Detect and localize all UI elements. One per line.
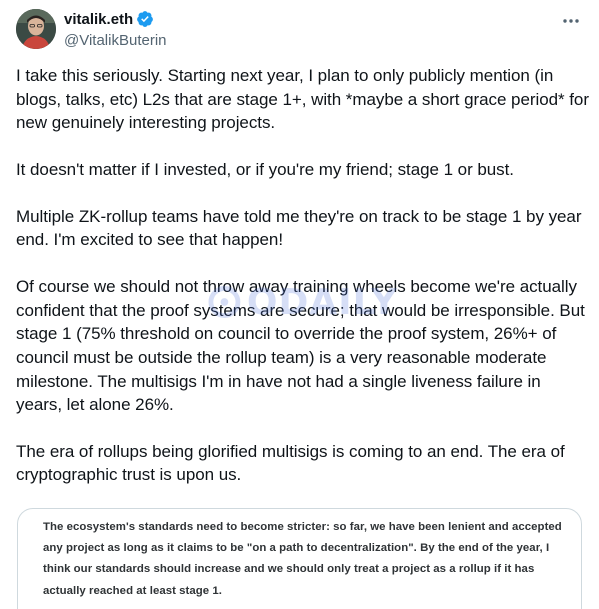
verified-badge-icon [136,10,154,28]
tweet-paragraph: The era of rollups being glorified multi… [16,441,565,485]
quote-image-card[interactable]: The ecosystem's standards need to become… [17,508,582,609]
tweet: vitalik.eth @VitalikButerin I take this … [0,0,599,609]
tweet-paragraph: I take this seriously. Starting next yea… [16,66,589,133]
avatar-portrait-icon [16,9,56,49]
author-handle[interactable]: @VitalikButerin [64,31,167,51]
tweet-text: I take this seriously. Starting next yea… [16,64,591,510]
tweet-paragraph: Multiple ZK-rollup teams have told me th… [16,206,582,250]
author-name[interactable]: vitalik.eth [64,11,133,28]
avatar[interactable] [16,9,56,49]
more-horizontal-icon[interactable] [561,12,581,30]
quote-text: The ecosystem's standards need to become… [43,521,562,597]
tweet-paragraph: Of course we should not throw away train… [16,277,585,415]
tweet-header: vitalik.eth @VitalikButerin [64,9,167,51]
tweet-paragraph: It doesn't matter if I invested, or if y… [16,159,514,179]
